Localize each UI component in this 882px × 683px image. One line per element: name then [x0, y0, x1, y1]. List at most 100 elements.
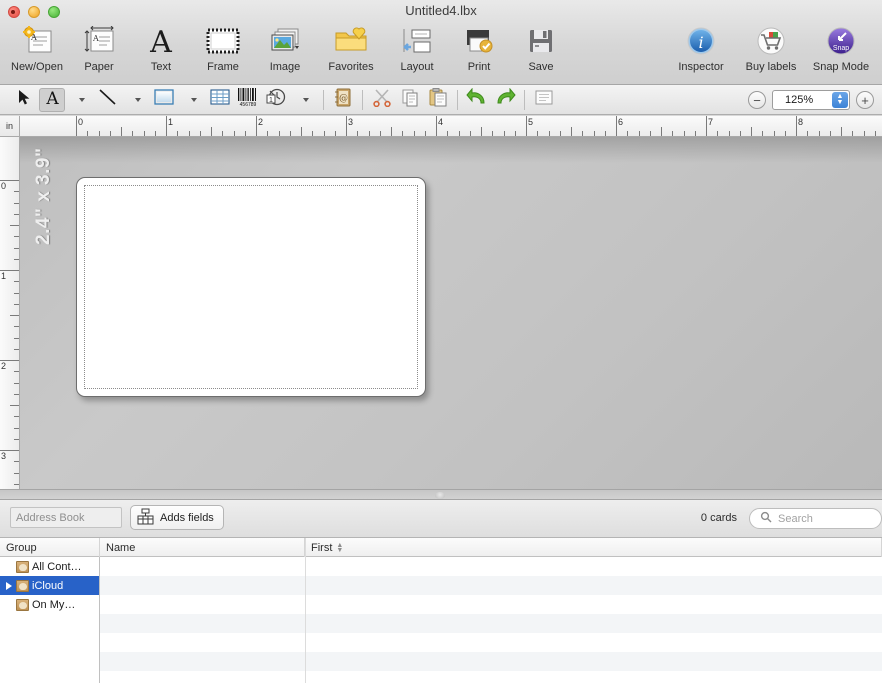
address-book-field[interactable]: Address Book: [10, 507, 122, 528]
ruler-minor-tick: [694, 131, 696, 136]
zoom-control: − 125% ▲ ▼ +: [748, 90, 874, 110]
tool-redo[interactable]: [492, 87, 518, 112]
tool-cut[interactable]: [369, 88, 395, 112]
tool-symbol-menu[interactable]: [291, 88, 317, 112]
ruler-minor-tick: [739, 131, 741, 136]
tool-paste[interactable]: [425, 87, 451, 112]
toolbar-button-paper[interactable]: A Paper: [68, 22, 130, 73]
panel-splitter[interactable]: [0, 489, 882, 500]
toolbar-label-favorites: Favorites: [328, 61, 374, 73]
chevron-down-icon: [78, 97, 85, 102]
ruler-label: 0: [1, 181, 7, 191]
label-object[interactable]: [76, 177, 426, 397]
group-row[interactable]: On My…: [0, 595, 99, 614]
column-header-group[interactable]: Group: [0, 538, 100, 557]
toolbar-button-new-open[interactable]: A New/Open: [6, 22, 68, 73]
tool-line[interactable]: [95, 88, 121, 112]
toolbar-label-frame: Frame: [207, 61, 239, 73]
contacts-table: Group Name First ▲ ▼ All Cont… iCloud On My…: [0, 538, 882, 683]
image-icon: [266, 22, 304, 60]
toolbar-button-text[interactable]: A Text: [130, 22, 192, 73]
toolbar-label-snap-mode: Snap Mode: [812, 61, 870, 73]
toolbar-button-save[interactable]: Save: [510, 22, 572, 73]
vertical-ruler[interactable]: 0 1 2 3: [0, 137, 20, 489]
svg-text:A: A: [45, 89, 59, 106]
group-list[interactable]: All Cont… iCloud On My…: [0, 557, 100, 683]
ruler-minor-tick: [852, 131, 854, 136]
address-book-icon: [16, 598, 29, 611]
ruler-minor-tick: [14, 427, 19, 429]
zoom-stepper[interactable]: ▲ ▼: [832, 92, 848, 108]
toolbar-button-layout[interactable]: Layout: [386, 22, 448, 73]
tool-notes[interactable]: [531, 88, 557, 112]
svg-text:A: A: [92, 34, 99, 43]
redo-arrow-icon: [494, 87, 516, 112]
ruler-minor-tick: [379, 131, 381, 136]
toolbar-button-print[interactable]: Print: [448, 22, 510, 73]
tool-undo[interactable]: [464, 87, 490, 112]
tool-text[interactable]: A: [39, 87, 65, 112]
tool-select[interactable]: [11, 88, 37, 112]
clock-symbol-icon: 1: [264, 87, 288, 112]
group-row[interactable]: iCloud: [0, 576, 99, 595]
tool-line-menu[interactable]: [123, 88, 149, 112]
toolbar-button-inspector[interactable]: i Inspector: [666, 22, 736, 73]
toolbar-button-favorites[interactable]: Favorites: [316, 22, 386, 73]
adds-fields-label: Adds fields: [160, 511, 214, 524]
ruler-minor-tick: [481, 127, 482, 136]
tool-shape[interactable]: [151, 88, 177, 112]
ruler-minor-tick: [469, 131, 471, 136]
toolbar-button-image[interactable]: Image: [254, 22, 316, 73]
table-row[interactable]: [100, 671, 882, 683]
horizontal-ruler[interactable]: 0 1 2 3 4 5 6 7 8: [20, 116, 882, 137]
tool-copy[interactable]: [397, 88, 423, 112]
toolbar-button-buy-labels[interactable]: Buy labels: [736, 22, 806, 73]
ruler-minor-tick: [244, 131, 246, 136]
table-row[interactable]: [100, 595, 882, 614]
adds-fields-button[interactable]: Adds fields: [130, 505, 224, 530]
table-row[interactable]: [100, 652, 882, 671]
ruler-minor-tick: [87, 131, 89, 136]
contact-rows[interactable]: [100, 557, 882, 683]
ruler-minor-tick: [10, 315, 19, 316]
table-row[interactable]: [100, 633, 882, 652]
ruler-minor-tick: [98, 131, 100, 136]
ruler-minor-tick: [188, 131, 190, 136]
tool-shape-menu[interactable]: [179, 88, 205, 112]
ruler-minor-tick: [233, 131, 235, 136]
line-icon: [97, 88, 119, 111]
group-row-label: All Cont…: [32, 560, 82, 573]
group-row[interactable]: All Cont…: [0, 557, 99, 576]
tool-addressbook[interactable]: @: [330, 88, 356, 112]
ruler-minor-tick: [762, 131, 764, 136]
table-row[interactable]: [100, 614, 882, 633]
column-header-name[interactable]: Name: [100, 538, 305, 557]
search-field[interactable]: Search: [749, 508, 882, 529]
paste-icon: [428, 87, 448, 112]
toolbar-button-frame[interactable]: Frame: [192, 22, 254, 73]
undo-arrow-icon: [466, 87, 488, 112]
ruler-minor-tick: [211, 127, 212, 136]
chevron-down-icon: [190, 97, 197, 102]
zoom-level-field[interactable]: 125% ▲ ▼: [772, 90, 850, 110]
ruler-minor-tick: [14, 281, 19, 283]
table-row[interactable]: [100, 557, 882, 576]
disclosure-triangle-icon[interactable]: [4, 581, 13, 590]
tool-symbol[interactable]: 1: [263, 88, 289, 112]
ruler-minor-tick: [323, 131, 325, 136]
zoom-in-button[interactable]: +: [856, 91, 874, 109]
ruler-unit-label[interactable]: in: [0, 116, 20, 137]
favorites-folder-icon: [332, 22, 370, 60]
table-row[interactable]: [100, 576, 882, 595]
splitter-grip[interactable]: [435, 492, 445, 499]
toolbar-button-snap-mode[interactable]: Snap Snap Mode: [806, 22, 876, 73]
tool-text-menu[interactable]: [67, 88, 93, 112]
group-row-label: iCloud: [32, 579, 64, 592]
tool-table[interactable]: [207, 88, 233, 112]
sort-arrows-icon[interactable]: ▲ ▼: [336, 542, 343, 554]
ruler-minor-tick: [874, 131, 876, 136]
column-header-first[interactable]: First ▲ ▼: [305, 538, 882, 557]
tool-barcode[interactable]: 456789: [235, 88, 261, 112]
design-canvas[interactable]: 2.4" x 3.9": [20, 137, 882, 489]
zoom-out-button[interactable]: −: [748, 91, 766, 109]
